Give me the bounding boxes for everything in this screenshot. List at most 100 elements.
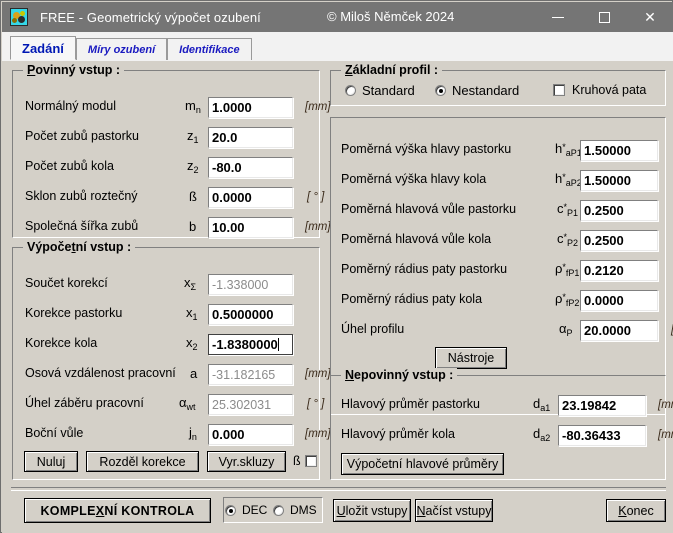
group-nepovinny-vstup: Nepovinný vstup : Hlavový průměr pastork… — [330, 368, 673, 480]
input-da1[interactable]: 23.19842 — [558, 395, 646, 416]
nacist-vstupy-button[interactable]: Načíst vstupy — [415, 499, 493, 522]
unit-sklon-zubu: [ ° ] — [307, 191, 325, 203]
unit-spolecna-sirka: [mm] — [305, 221, 331, 233]
radio-nestandard-label: Nestandard — [452, 83, 520, 98]
input-cP2[interactable]: 0.2500 — [580, 230, 658, 251]
komplexni-kontrola-button[interactable]: KOMPLE X NÍ KONTROLA — [24, 498, 211, 523]
label-cP1: Poměrná hlavová vůle pastorku — [341, 202, 517, 216]
input-soucet-korekci: -1.338000 — [208, 274, 293, 295]
sym-b: b — [189, 218, 197, 234]
input-korekce-kola-value: -1.8380000 — [212, 337, 278, 352]
beta-checkbox-label: ß — [293, 454, 301, 468]
sym-alphaP: αP — [559, 320, 573, 338]
group-vypocetni-vstup: Výpočetní vstup : Součet korekcí xΣ -1.3… — [12, 240, 331, 480]
label-alphaP: Úhel profilu — [341, 322, 405, 336]
label-spolecna-sirka: Společná šířka zubů — [25, 219, 139, 233]
sym-rhofP2: ρ*fP2 — [555, 290, 580, 308]
input-bocni-vule[interactable]: 0.000 — [208, 424, 293, 445]
sym-cP2: c*P2 — [557, 230, 579, 248]
kruhova-pata-checkbox-row[interactable]: Kruhová pata — [553, 83, 646, 97]
radio-dms-label: DMS — [290, 503, 317, 517]
input-da2[interactable]: -80.36433 — [558, 425, 646, 446]
radio-nestandard-dot — [435, 85, 446, 96]
input-haP2[interactable]: 1.50000 — [580, 170, 658, 191]
sym-z1: z1 — [187, 127, 199, 145]
sym-a: a — [190, 365, 198, 381]
radio-standard-dot — [345, 85, 356, 96]
sym-xsigma: xΣ — [184, 274, 197, 292]
ulozit-vstupy-button[interactable]: Uložit vstupy — [333, 499, 411, 522]
radio-dms[interactable]: DMS — [273, 503, 317, 517]
main-content: Povinný vstup : Normálný modul mn 1.0000… — [2, 61, 673, 533]
sym-beta: ß — [189, 188, 197, 204]
konec-button[interactable]: Konec — [606, 499, 666, 522]
unit-da1: [mm] — [658, 399, 673, 411]
title-bar: FREE - Geometrický výpočet ozubení © Mil… — [2, 2, 673, 32]
label-haP2: Poměrná výška hlavy kola — [341, 172, 487, 186]
input-uhel-zaberu: 25.302031 — [208, 394, 293, 415]
input-pocet-zubu-kola[interactable]: -80.0 — [208, 157, 293, 178]
label-pocet-zubu-pastorku: Počet zubů pastorku — [25, 129, 139, 143]
vyr-skluzy-button[interactable]: Vyr.skluzy — [207, 451, 286, 472]
minimize-button[interactable] — [535, 2, 581, 32]
sym-da2: da2 — [533, 425, 551, 443]
unit-bocni-vule: [mm] — [305, 428, 331, 440]
input-rhofP1[interactable]: 0.2120 — [580, 260, 658, 281]
input-normalny-modul[interactable]: 1.0000 — [208, 97, 293, 118]
nastroje-button[interactable]: Nástroje — [435, 347, 507, 369]
radio-dec[interactable]: DEC — [225, 503, 267, 517]
sym-cP1: c*P1 — [557, 200, 579, 218]
tab-list: Zadání Míry ozubení Identifikace — [10, 36, 252, 60]
tab-zadani[interactable]: Zadání — [10, 36, 76, 60]
rozdel-korekce-button[interactable]: Rozděl korekce — [86, 451, 199, 472]
label-da1: Hlavový průměr pastorku — [341, 397, 480, 411]
input-korekce-pastorku[interactable]: 0.5000000 — [208, 304, 293, 325]
komplexni-kontrola-label-a: KOMPLE — [40, 503, 96, 518]
input-korekce-kola[interactable]: -1.8380000 — [208, 334, 293, 355]
unit-uhel-zaberu: [ ° ] — [307, 398, 325, 410]
label-cP2: Poměrná hlavová vůle kola — [341, 232, 492, 246]
nuluj-button[interactable]: Nuluj — [24, 451, 78, 472]
ulozit-vstupy-label-a: U — [336, 503, 346, 518]
input-alphaP[interactable]: 20.0000 — [580, 320, 658, 341]
komplexni-kontrola-label-u: X — [95, 503, 105, 518]
radio-standard[interactable]: Standard — [345, 83, 415, 98]
app-gear-icon — [10, 8, 28, 26]
input-spolecna-sirka[interactable]: 10.00 — [208, 217, 293, 238]
label-bocni-vule: Boční vůle — [25, 426, 84, 440]
input-haP1[interactable]: 1.50000 — [580, 140, 658, 161]
radio-standard-label: Standard — [362, 83, 415, 98]
label-rhofP2: Poměrný rádius paty kola — [341, 292, 483, 306]
tab-identifikace[interactable]: Identifikace — [167, 38, 252, 60]
komplexni-kontrola-label-b: NÍ KONTROLA — [104, 503, 195, 518]
bottom-separator — [11, 487, 666, 491]
bottom-toolbar: KOMPLE X NÍ KONTROLA DEC DMS Uložit vstupy… — [11, 495, 666, 527]
radio-nestandard[interactable]: Nestandard — [435, 83, 519, 98]
label-korekce-kola: Korekce kola — [25, 336, 98, 350]
label-sklon-zubu: Sklon zubů roztečný — [25, 189, 138, 203]
input-sklon-zubu[interactable]: 0.0000 — [208, 187, 293, 208]
tab-strip: Zadání Míry ozubení Identifikace Vnější … — [2, 32, 673, 89]
label-rhofP1: Poměrný rádius paty pastorku — [341, 262, 508, 276]
input-rhofP2[interactable]: 0.0000 — [580, 290, 658, 311]
tab-miry-ozubeni[interactable]: Míry ozubení — [75, 38, 168, 60]
copyright-text: © Miloš Němček 2024 — [327, 9, 455, 24]
input-cP1[interactable]: 0.2500 — [580, 200, 658, 221]
text-caret — [277, 338, 279, 351]
kruhova-pata-checkbox[interactable] — [553, 84, 565, 96]
kruhova-pata-label: Kruhová pata — [572, 83, 647, 97]
label-da2: Hlavový průměr kola — [341, 427, 455, 441]
unit-da2: [mm] — [658, 429, 673, 441]
beta-checkbox[interactable] — [305, 455, 317, 467]
sym-jn: jn — [189, 424, 197, 442]
konec-label-a: K — [618, 503, 627, 518]
input-pocet-zubu-pastorku[interactable]: 20.0 — [208, 127, 293, 148]
application-window: FREE - Geometrický výpočet ozubení © Mil… — [0, 0, 673, 533]
maximize-button[interactable] — [581, 2, 627, 32]
group-povinny-vstup: Povinný vstup : Normálný modul mn 1.0000… — [12, 63, 331, 238]
unit-osova-vzdalenost: [mm] — [305, 368, 331, 380]
window-title: FREE - Geometrický výpočet ozubení — [40, 9, 261, 25]
close-icon[interactable]: ✕ — [627, 2, 673, 32]
vypocetni-hlavove-prumery-button[interactable]: Výpočetní hlavové průměry — [341, 453, 504, 475]
sym-haP1: h*aP1 — [555, 140, 582, 158]
